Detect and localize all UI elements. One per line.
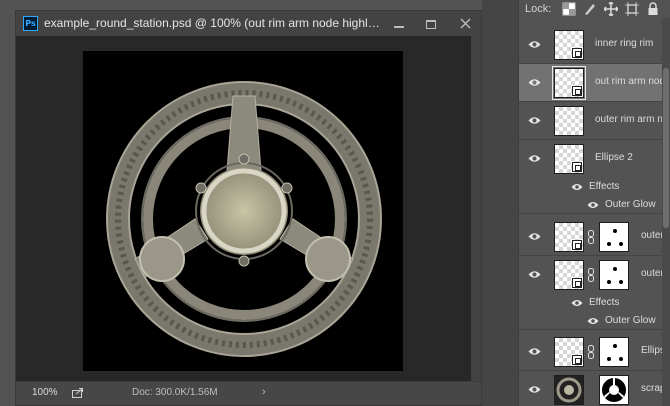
mask-link-chain-icon[interactable] [588, 345, 594, 359]
mask-shape [619, 357, 623, 361]
round-station-artwork [106, 81, 382, 357]
workspace-gutter [482, 0, 518, 406]
layer-name[interactable]: outer rim arm node [595, 114, 670, 125]
layer-name[interactable]: inner ring rim [595, 38, 653, 49]
mask-shape [613, 344, 617, 348]
layer-mask-thumbnail[interactable] [599, 222, 629, 252]
close-button[interactable] [450, 13, 480, 34]
lock-all-icon[interactable] [646, 2, 660, 16]
mask-shape [607, 280, 611, 284]
effects-row[interactable]: Effects [519, 294, 670, 312]
mask-shape [607, 242, 611, 246]
layer-mask-thumbnail[interactable] [599, 337, 629, 367]
mask-shape-art [602, 378, 626, 402]
layer-thumbnail [554, 222, 584, 252]
mask-shape [613, 229, 617, 233]
effect-item-label: Outer Glow [605, 315, 656, 326]
effects-eye-icon[interactable] [571, 183, 583, 191]
visibility-eye-icon[interactable] [528, 347, 541, 356]
share-icon[interactable] [72, 387, 84, 398]
effect-eye-icon[interactable] [587, 201, 599, 209]
layer-row[interactable]: outer rim arm node [519, 102, 670, 140]
layer-thumbnail [554, 260, 584, 290]
layer-thumbnail [554, 106, 584, 136]
layer-row[interactable]: outer w [519, 256, 670, 294]
layer-row[interactable]: scrap [519, 371, 670, 406]
station-thumbnail-art [556, 377, 582, 403]
close-icon [460, 18, 470, 29]
document-window: Ps example_round_station.psd @ 100% (out… [15, 10, 482, 406]
photoshop-logo-icon: Ps [23, 16, 38, 31]
layer-thumbnail [554, 337, 584, 367]
visibility-eye-icon[interactable] [528, 154, 541, 163]
scrollbar-thumb[interactable] [663, 68, 669, 228]
smart-object-icon [572, 355, 582, 365]
visibility-eye-icon[interactable] [528, 232, 541, 241]
effects-label: Effects [589, 297, 620, 308]
layer-row[interactable]: inner ring rim [519, 26, 670, 64]
layer-name[interactable]: out rim arm node [595, 76, 670, 87]
maximize-button[interactable] [416, 13, 446, 34]
lock-image-pixels-icon[interactable] [583, 2, 597, 16]
visibility-eye-icon[interactable] [528, 40, 541, 49]
smart-object-icon [572, 162, 582, 172]
status-menu-arrow[interactable]: › [262, 386, 266, 398]
document-title: example_round_station.psd @ 100% (out ri… [44, 16, 380, 30]
smart-object-icon [572, 86, 582, 96]
smart-object-icon [572, 48, 582, 58]
mask-shape [613, 267, 617, 271]
layer-row[interactable]: outer w [519, 218, 670, 256]
zoom-level[interactable]: 100% [32, 387, 58, 398]
mask-link-chain-icon[interactable] [588, 268, 594, 282]
layer-thumbnail [554, 375, 584, 405]
lock-position-icon[interactable] [604, 2, 618, 16]
effect-item-label: Outer Glow [605, 199, 656, 210]
layer-row-selected[interactable]: out rim arm node [519, 64, 670, 102]
smart-object-icon [572, 240, 582, 250]
lock-row: Lock: [519, 0, 670, 18]
layer-thumbnail [554, 144, 584, 174]
layer-mask-thumbnail[interactable] [599, 375, 629, 405]
effects-label: Effects [589, 181, 620, 192]
lock-artboard-icon[interactable] [625, 2, 639, 16]
layers-panel-scrollbar[interactable] [662, 18, 670, 406]
mask-shape [619, 280, 623, 284]
canvas-area[interactable] [16, 36, 471, 381]
layers-panel: Lock: inner ring rim out rim arm node ou… [518, 0, 670, 406]
lock-transparent-pixels-icon[interactable] [562, 2, 576, 16]
document-size-info: Doc: 300.0K/1.56M [132, 387, 218, 398]
smart-object-icon [572, 278, 582, 288]
layer-row[interactable]: Ellipse 2 [519, 140, 670, 178]
visibility-eye-icon[interactable] [528, 78, 541, 87]
minimize-icon [394, 26, 404, 29]
effects-eye-icon[interactable] [571, 299, 583, 307]
lock-label: Lock: [525, 3, 552, 15]
visibility-eye-icon[interactable] [528, 116, 541, 125]
effects-row[interactable]: Effects [519, 178, 670, 196]
layer-name[interactable]: Ellipse 2 [595, 152, 633, 163]
mask-shape [619, 242, 623, 246]
vertical-scrollbar[interactable] [471, 36, 481, 381]
mask-shape [607, 357, 611, 361]
layer-mask-thumbnail[interactable] [599, 260, 629, 290]
effect-item-row[interactable]: Outer Glow [519, 196, 670, 214]
effect-item-row[interactable]: Outer Glow [519, 312, 670, 330]
effect-eye-icon[interactable] [587, 317, 599, 325]
layer-thumbnail [552, 66, 586, 100]
visibility-eye-icon[interactable] [528, 270, 541, 279]
maximize-icon [426, 19, 436, 29]
document-canvas[interactable] [83, 51, 403, 371]
visibility-eye-icon[interactable] [528, 385, 541, 394]
layer-row[interactable]: Ellipse [519, 333, 670, 371]
document-status-bar: 100% Doc: 300.0K/1.56M › [16, 381, 481, 405]
mask-link-chain-icon[interactable] [588, 230, 594, 244]
document-title-bar[interactable]: Ps example_round_station.psd @ 100% (out… [16, 11, 481, 36]
layer-thumbnail [554, 30, 584, 60]
minimize-button[interactable] [384, 13, 414, 34]
